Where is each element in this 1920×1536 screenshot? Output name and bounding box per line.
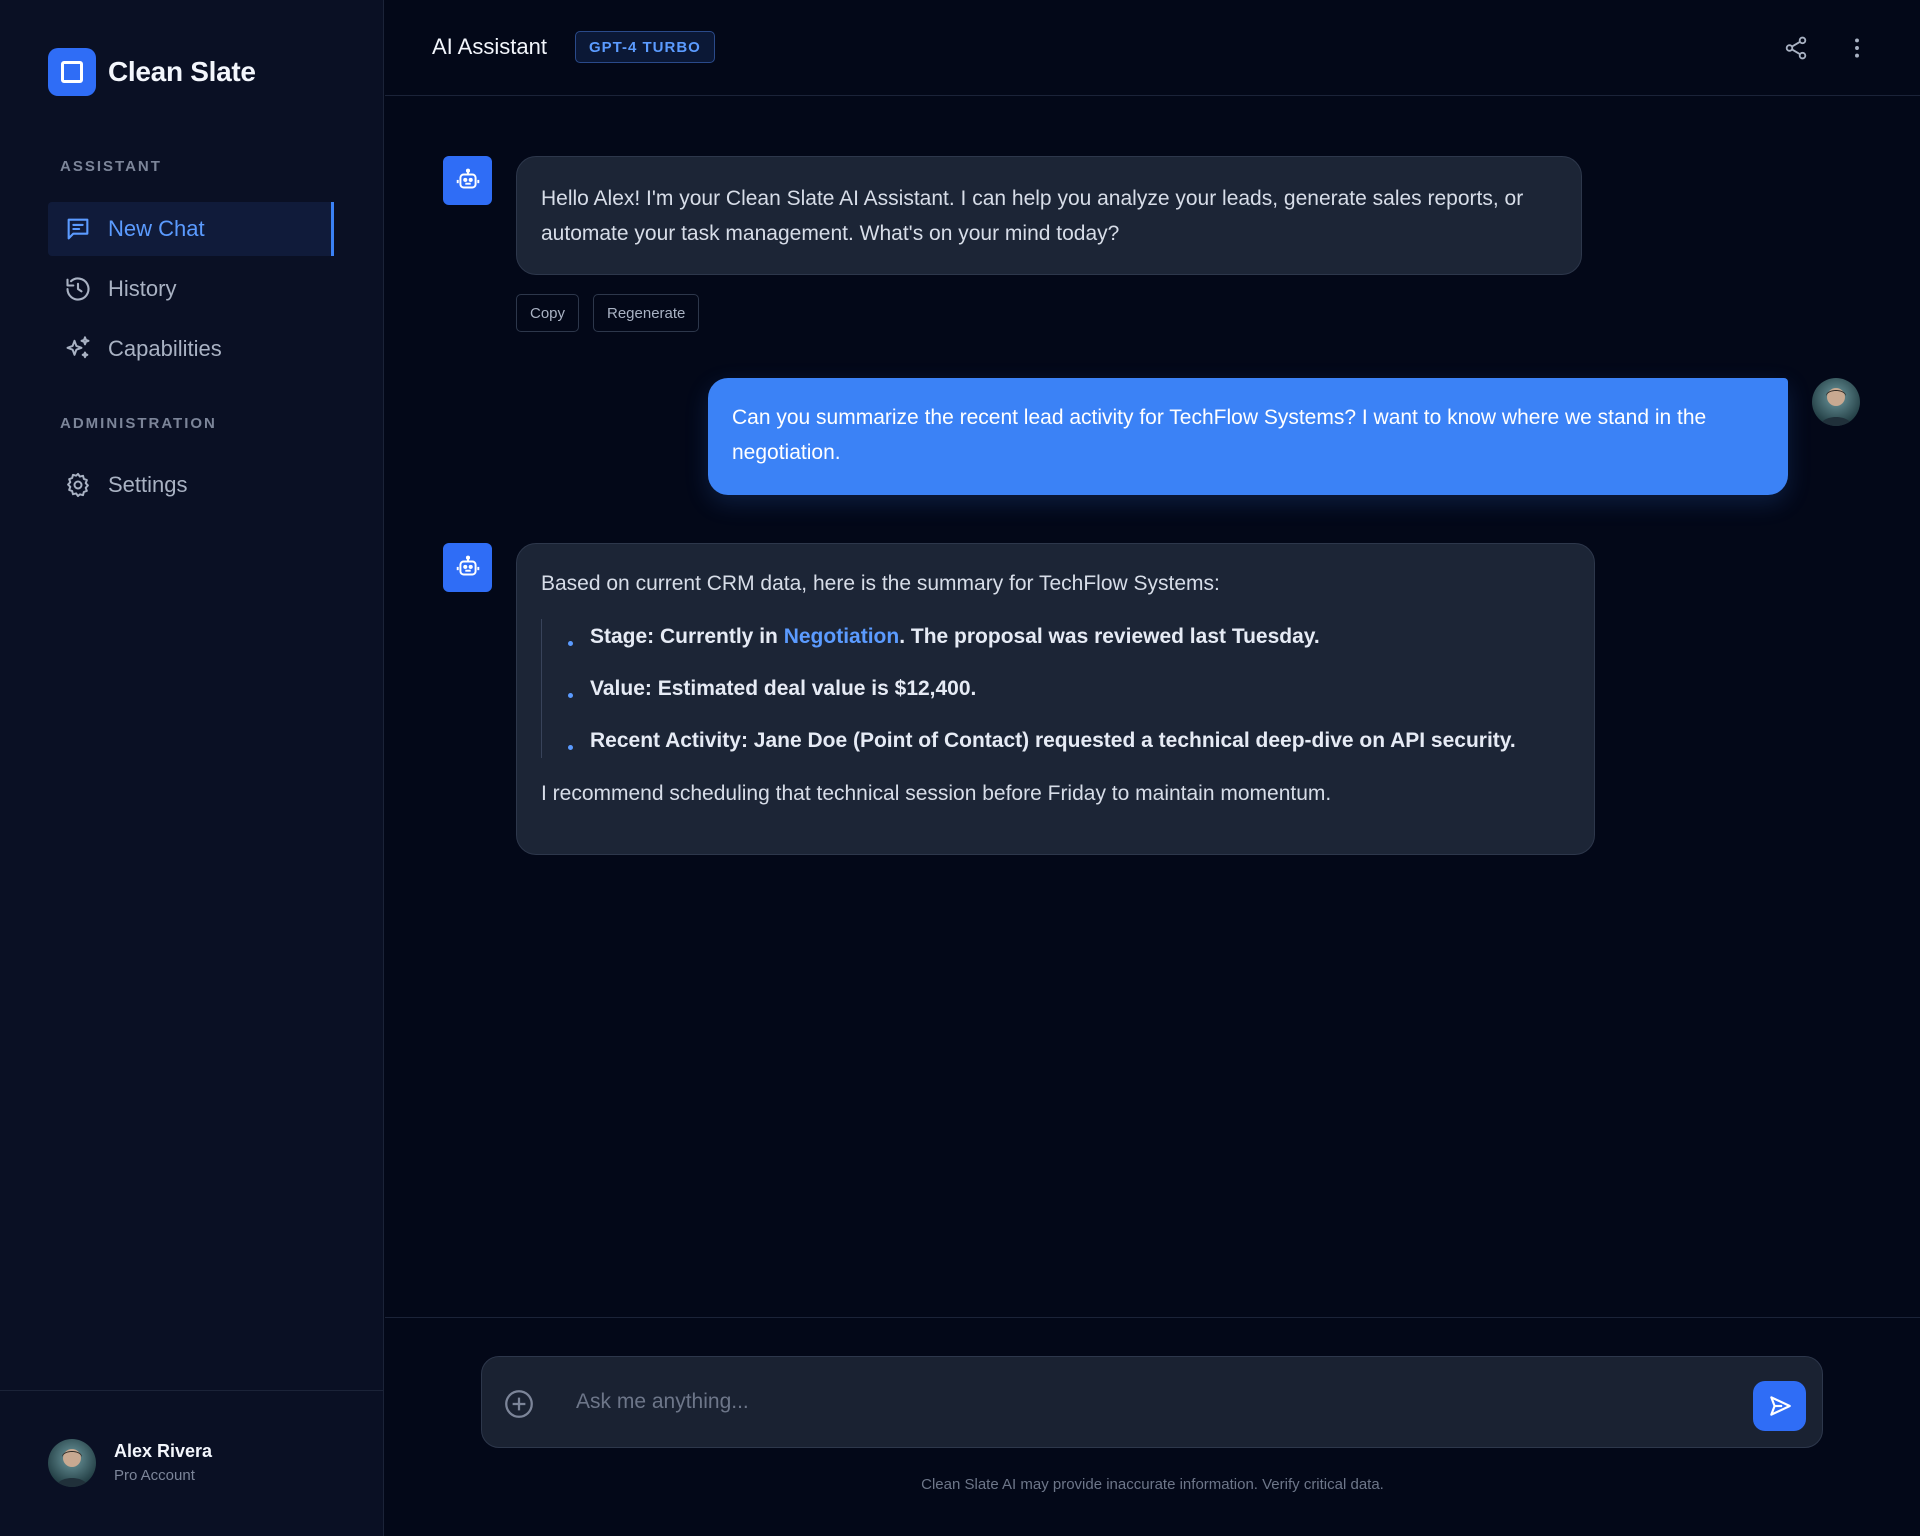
user-message: Can you summarize the recent lead activi… [708, 378, 1788, 495]
sidebar-item-label: Settings [108, 472, 188, 497]
sidebar-item-new-chat[interactable]: New Chat [48, 202, 334, 256]
composer [481, 1356, 1823, 1448]
history-icon [66, 277, 90, 301]
avatar [48, 1439, 96, 1487]
page-title: AI Assistant [432, 34, 547, 59]
sidebar-item-capabilities[interactable]: Capabilities [48, 322, 334, 376]
more-options-button[interactable] [1839, 30, 1875, 66]
message-text: Hello Alex! I'm your Clean Slate AI Assi… [541, 187, 1524, 245]
sidebar: Clean Slate ASSISTANT New Chat History C… [0, 0, 384, 1536]
disclaimer: Clean Slate AI may provide inaccurate in… [921, 1476, 1384, 1493]
plus-circle-icon [505, 1390, 533, 1418]
robot-icon [456, 168, 479, 188]
send-icon [1769, 1396, 1791, 1416]
summary-list: Stage: Currently in Negotiation. The pro… [541, 619, 1570, 758]
attach-button[interactable] [502, 1387, 536, 1421]
stage-highlight: Negotiation [783, 625, 900, 648]
section-label-administration: ADMINISTRATION [60, 415, 217, 432]
copy-button[interactable]: Copy [516, 294, 580, 332]
user-plan: Pro Account [114, 1467, 195, 1484]
message-outro: I recommend scheduling that technical se… [541, 782, 1332, 805]
sidebar-item-label: New Chat [108, 216, 205, 241]
list-item: Value: Estimated deal value is $12,400. [566, 671, 1570, 706]
user-name: Alex Rivera [114, 1441, 213, 1461]
user-profile[interactable]: Alex Rivera Pro Account [0, 1390, 384, 1536]
sidebar-item-label: History [108, 276, 177, 301]
sidebar-item-label: Capabilities [108, 336, 222, 361]
assistant-message: Based on current CRM data, here is the s… [516, 543, 1595, 855]
brand-name: Clean Slate [108, 56, 256, 87]
message-input[interactable] [576, 1379, 1696, 1425]
share-button[interactable] [1778, 30, 1814, 66]
logo-icon [48, 48, 96, 96]
share-icon [1785, 36, 1807, 60]
user-message-avatar [1812, 378, 1860, 426]
sparkles-icon [66, 336, 90, 359]
composer-area: Clean Slate AI may provide inaccurate in… [385, 1317, 1920, 1536]
sidebar-item-history[interactable]: History [48, 262, 334, 316]
chat-header: AI Assistant GPT-4 TURBO [385, 0, 1920, 96]
assistant-message: Hello Alex! I'm your Clean Slate AI Assi… [516, 156, 1582, 275]
list-item: Stage: Currently in Negotiation. The pro… [566, 619, 1570, 654]
bot-avatar [443, 543, 492, 592]
more-vertical-icon [1855, 38, 1859, 58]
gear-icon [67, 472, 89, 498]
chat-icon [67, 218, 89, 240]
list-item: Recent Activity: Jane Doe (Point of Cont… [566, 723, 1570, 758]
brand[interactable]: Clean Slate [48, 48, 256, 96]
section-label-assistant: ASSISTANT [60, 158, 162, 175]
message-text: Can you summarize the recent lead activi… [732, 406, 1707, 464]
sidebar-item-settings[interactable]: Settings [48, 458, 334, 512]
send-button[interactable] [1753, 1381, 1806, 1431]
message-intro: Based on current CRM data, here is the s… [541, 572, 1220, 595]
regenerate-button[interactable]: Regenerate [593, 294, 700, 332]
bot-avatar [443, 156, 492, 205]
robot-icon [456, 555, 479, 575]
model-badge[interactable]: GPT-4 TURBO [575, 31, 715, 63]
